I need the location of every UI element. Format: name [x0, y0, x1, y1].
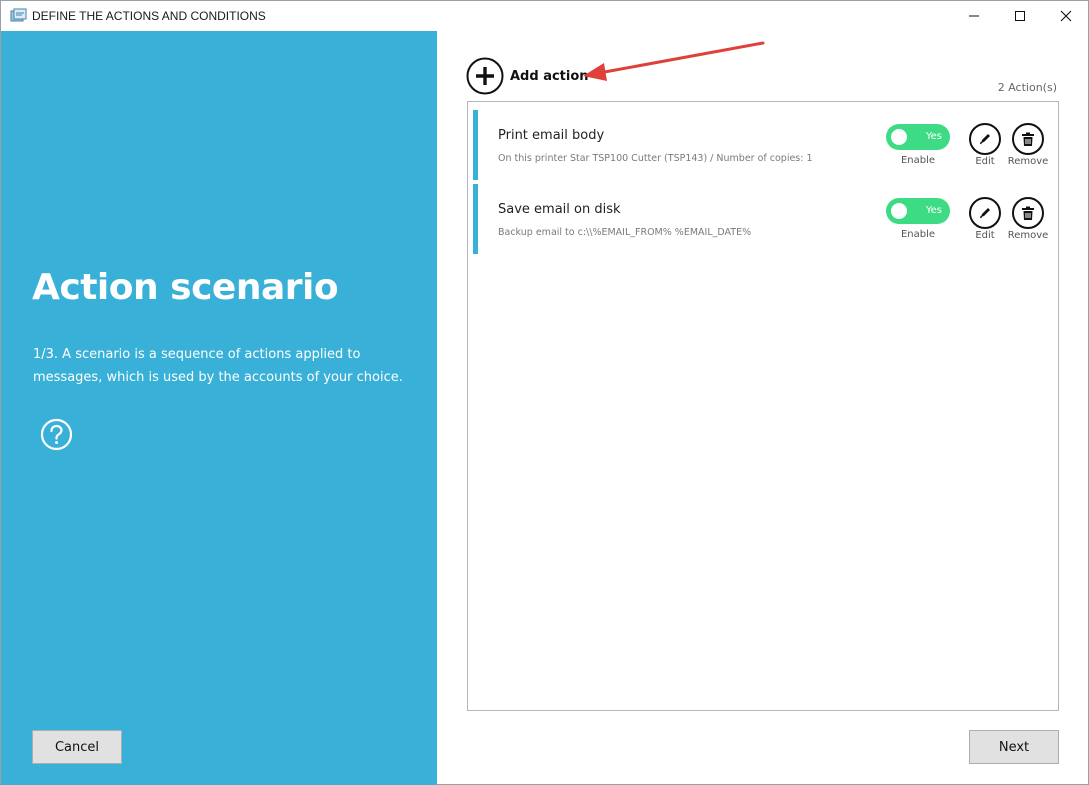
page-title: Action scenario: [32, 267, 339, 308]
help-icon[interactable]: [40, 418, 73, 451]
edit-button[interactable]: [969, 197, 1001, 229]
next-button[interactable]: Next: [969, 730, 1059, 764]
enable-label: Enable: [900, 229, 936, 240]
plus-circle-icon: [466, 57, 504, 95]
page-description: 1/3. A scenario is a sequence of actions…: [33, 347, 403, 385]
app-wizard-icon: [10, 8, 27, 22]
list-item: Print email body On this printer Star TS…: [473, 110, 1053, 180]
pencil-icon: [979, 208, 990, 219]
close-button[interactable]: [1043, 1, 1089, 31]
toggle-state-label: Yes: [925, 205, 942, 216]
pencil-icon: [979, 134, 990, 145]
enable-label: Enable: [900, 155, 936, 166]
remove-label: Remove: [1007, 156, 1049, 167]
maximize-button[interactable]: [997, 1, 1043, 31]
action-title: Print email body: [498, 128, 605, 143]
remove-button[interactable]: [1012, 123, 1044, 155]
window-title: DEFINE THE ACTIONS AND CONDITIONS: [32, 9, 266, 23]
remove-button[interactable]: [1012, 197, 1044, 229]
action-description: Backup email to c:\\%EMAIL_FROM% %EMAIL_…: [498, 227, 752, 238]
action-description: On this printer Star TSP100 Cutter (TSP1…: [498, 153, 813, 164]
close-icon: [1060, 10, 1072, 22]
action-count: 2 Action(s): [997, 81, 1057, 94]
cancel-button[interactable]: Cancel: [32, 730, 122, 764]
title-bar: DEFINE THE ACTIONS AND CONDITIONS: [1, 1, 1088, 31]
edit-button[interactable]: [969, 123, 1001, 155]
wizard-window: DEFINE THE ACTIONS AND CONDITIONS Action…: [0, 0, 1089, 785]
list-item: Save email on disk Backup email to c:\\%…: [473, 184, 1053, 254]
toggle-state-label: Yes: [925, 131, 942, 142]
minimize-icon: [969, 15, 979, 17]
action-title: Save email on disk: [498, 202, 621, 217]
remove-label: Remove: [1007, 230, 1049, 241]
annotation-arrow-icon: [583, 41, 765, 81]
enable-toggle[interactable]: Yes: [886, 198, 950, 224]
left-info-panel: Action scenario 1/3. A scenario is a seq…: [1, 31, 437, 785]
toggle-knob: [891, 129, 907, 145]
trash-icon: [1022, 206, 1034, 220]
maximize-icon: [1015, 11, 1025, 21]
actions-list: Print email body On this printer Star TS…: [467, 101, 1059, 711]
toggle-knob: [891, 203, 907, 219]
enable-toggle[interactable]: Yes: [886, 124, 950, 150]
minimize-button[interactable]: [951, 1, 997, 31]
trash-icon: [1022, 132, 1034, 146]
